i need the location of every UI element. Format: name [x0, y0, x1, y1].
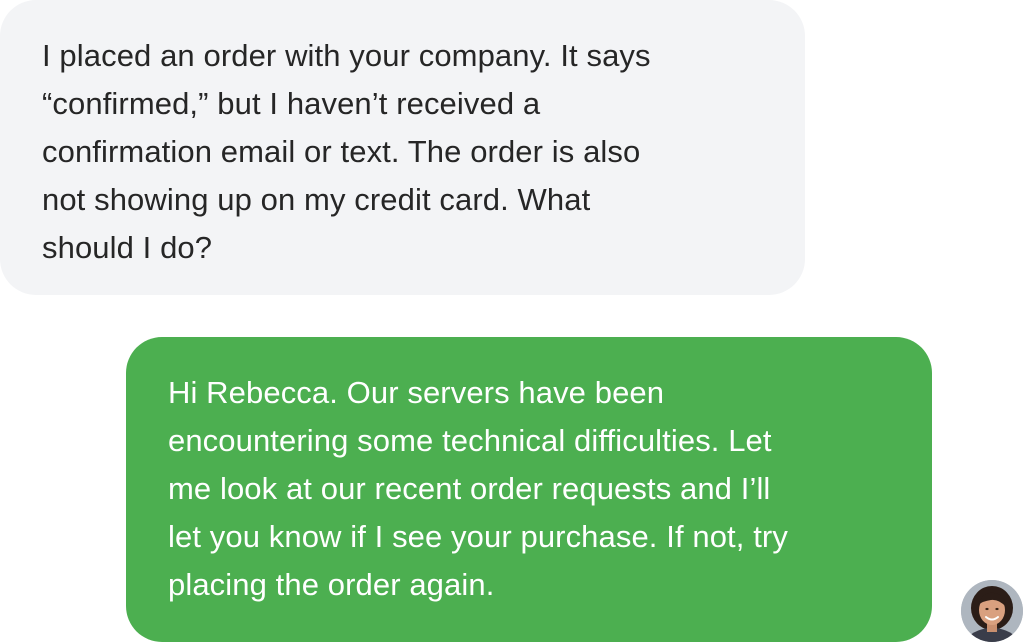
message-line: “confirmed,” but I haven’t received a	[42, 86, 541, 121]
message-line: let you know if I see your purchase. If …	[168, 519, 788, 554]
message-line: should I do?	[42, 230, 213, 265]
message-line: encountering some technical difficulties…	[168, 423, 772, 458]
outgoing-message-text: Hi Rebecca. Our servers have been encoun…	[168, 369, 892, 609]
message-line: me look at our recent order requests and…	[168, 471, 771, 506]
user-avatar-icon	[961, 580, 1023, 642]
incoming-message-bubble: I placed an order with your company. It …	[0, 0, 805, 295]
incoming-message-text: I placed an order with your company. It …	[42, 32, 765, 272]
message-line: not showing up on my credit card. What	[42, 182, 591, 217]
message-line: placing the order again.	[168, 567, 495, 602]
message-line: Hi Rebecca. Our servers have been	[168, 375, 665, 410]
message-line: I placed an order with your company. It …	[42, 38, 651, 73]
outgoing-message-bubble: Hi Rebecca. Our servers have been encoun…	[126, 337, 932, 642]
message-line: confirmation email or text. The order is…	[42, 134, 641, 169]
